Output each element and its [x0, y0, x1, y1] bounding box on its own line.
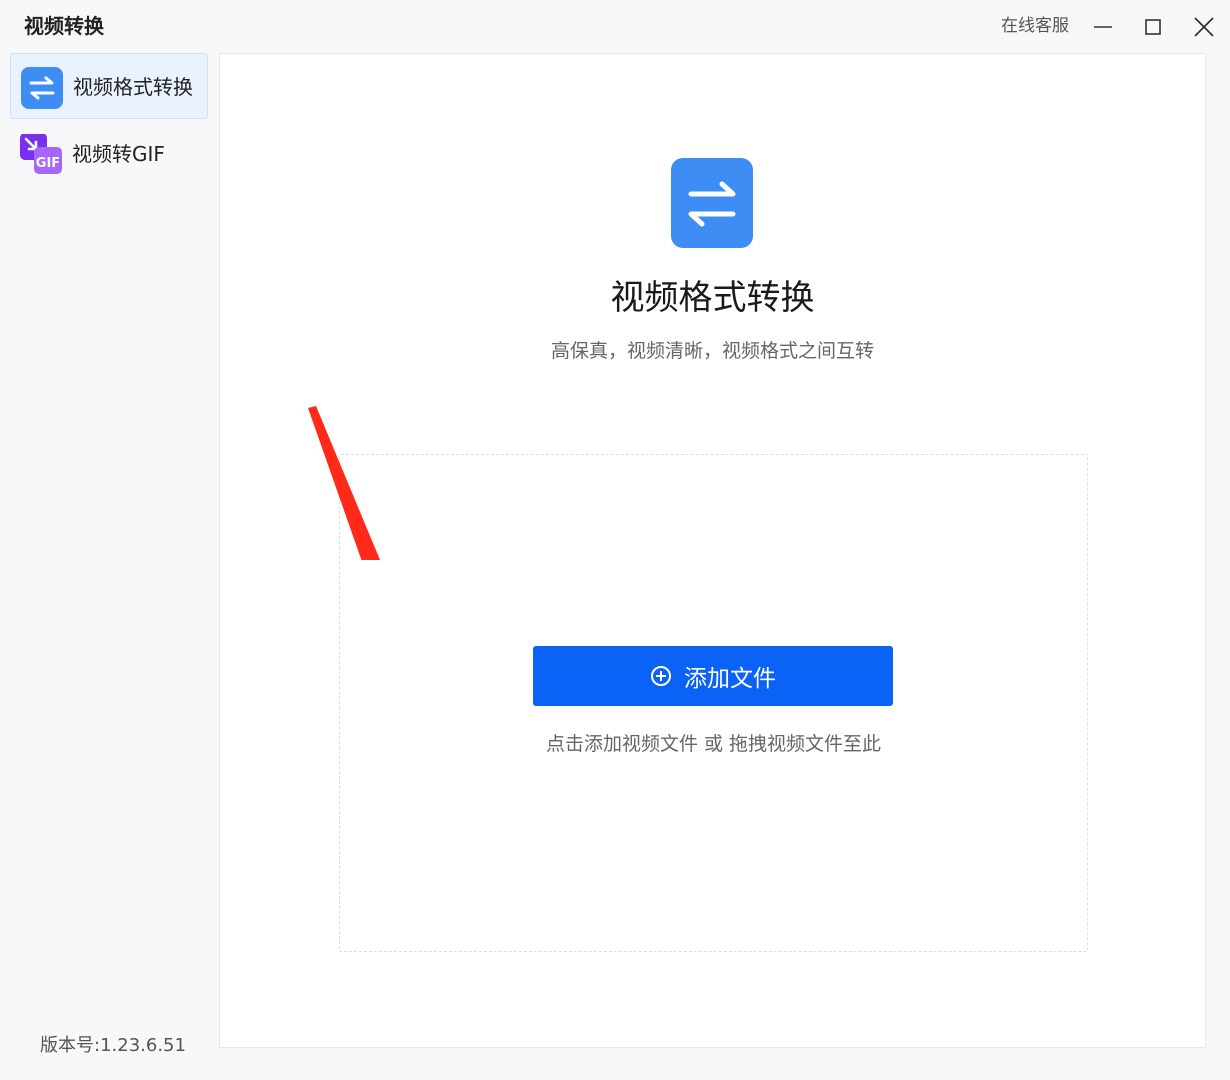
close-button[interactable]: [1187, 10, 1221, 44]
sidebar: 视频格式转换 GIF 视频转GIF 版本号:1.23.6.51: [0, 52, 218, 1080]
app-window: 视频转换 在线客服 视频格式转换 GIF 视频转GIF 版本号:1.23.6.5…: [0, 0, 1230, 1080]
maximize-icon: [1145, 19, 1161, 35]
sidebar-item-video-format-convert[interactable]: 视频格式转换: [10, 53, 208, 119]
add-file-button[interactable]: 添加文件: [533, 646, 893, 706]
drop-hint-text: 点击添加视频文件 或 拖拽视频文件至此: [545, 733, 882, 755]
sidebar-item-label: 视频格式转换: [73, 75, 193, 99]
page-title: 视频格式转换: [610, 278, 815, 318]
main-panel: 视频格式转换 高保真，视频清晰，视频格式之间互转 添加文件 点击添加视频文件 或…: [219, 53, 1206, 1048]
online-support-link[interactable]: 在线客服: [1001, 14, 1069, 38]
maximize-button[interactable]: [1136, 10, 1170, 44]
file-drop-zone[interactable]: 添加文件 点击添加视频文件 或 拖拽视频文件至此: [339, 454, 1088, 952]
version-label: 版本号:1.23.6.51: [40, 1035, 186, 1056]
plus-circle-icon: [651, 666, 671, 686]
app-title: 视频转换: [24, 14, 104, 38]
gif-icon: GIF: [20, 134, 62, 174]
title-bar: 视频转换 在线客服: [0, 0, 1230, 52]
sidebar-item-label: 视频转GIF: [72, 142, 165, 166]
sidebar-item-video-to-gif[interactable]: GIF 视频转GIF: [10, 121, 208, 187]
gif-icon-text: GIF: [36, 156, 60, 171]
minimize-button[interactable]: [1086, 10, 1120, 44]
add-file-button-label: 添加文件: [684, 666, 776, 692]
swap-arrows-icon: [21, 67, 63, 109]
close-icon: [1194, 17, 1214, 37]
swap-arrows-icon: [671, 158, 753, 248]
minimize-icon: [1094, 26, 1112, 28]
page-subtitle: 高保真，视频清晰，视频格式之间互转: [550, 340, 874, 362]
